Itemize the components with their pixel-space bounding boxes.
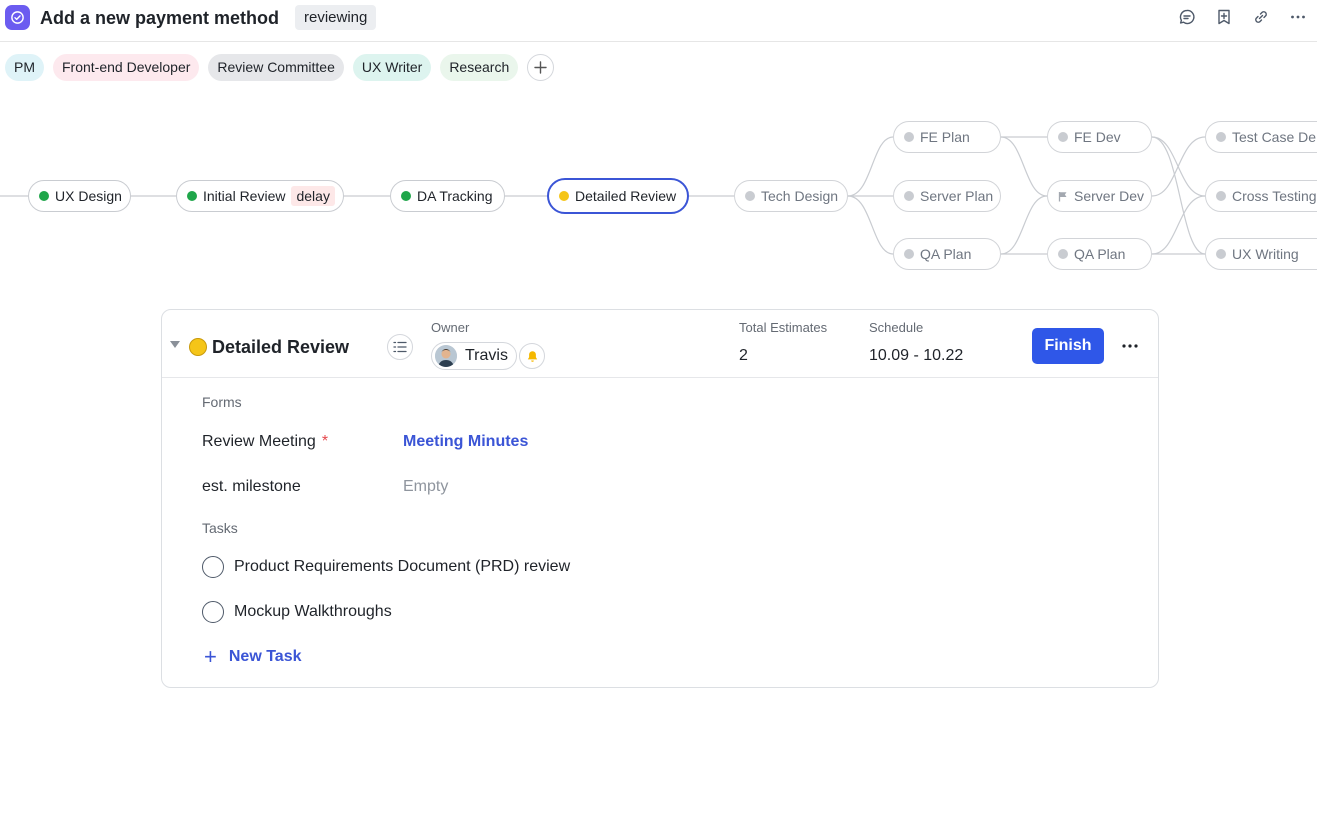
avatar [435,345,457,367]
finish-button[interactable]: Finish [1032,328,1104,364]
status-badge[interactable]: reviewing [295,5,377,30]
link-icon[interactable] [1250,6,1272,28]
flow-node-label: FE Plan [920,129,970,145]
flow-node-ux-design[interactable]: UX Design [28,180,131,212]
more-icon[interactable] [1287,6,1309,28]
role-tag-front-end-developer[interactable]: Front-end Developer [53,54,200,81]
flow-node-label: DA Tracking [417,188,493,204]
field-label-review-meeting: Review Meeting * [202,433,328,451]
check-circle-icon [5,5,30,30]
flow-node-server-dev[interactable]: Server Dev [1047,180,1152,212]
new-task-button[interactable]: + New Task [204,644,302,669]
flow-node-label: Tech Design [761,188,839,204]
stage-status-dot [189,338,207,356]
role-tag-pm[interactable]: PM [5,54,44,81]
flag-icon [1058,191,1067,201]
bell-icon[interactable] [519,343,545,369]
flow-node-da-tracking[interactable]: DA Tracking [390,180,505,212]
est-milestone-value[interactable]: Empty [403,478,448,496]
flow-node-ux-writing[interactable]: UX Writing [1205,238,1317,270]
stage-detail-card: Detailed Review Owner Travis Total Estim… [161,309,1159,688]
owner-name: Travis [465,347,508,364]
meeting-minutes-link[interactable]: Meeting Minutes [403,433,528,451]
role-tag-ux-writer[interactable]: UX Writer [352,54,432,81]
header-actions [1161,6,1309,28]
estimates-label: Total Estimates [739,320,828,335]
task-item: Product Requirements Document (PRD) revi… [202,556,570,578]
collapse-caret-icon[interactable] [170,341,180,348]
workflow-diagram: UX Design Initial Review delay DA Tracki… [0,100,1317,290]
status-dot [1216,132,1226,142]
flow-node-label: Server Dev [1074,188,1145,204]
more-icon[interactable] [1118,335,1142,357]
field-label-text: Review Meeting [202,433,316,450]
task-item: Mockup Walkthroughs [202,601,392,623]
estimates-value: 2 [739,347,748,364]
flow-node-server-plan[interactable]: Server Plan [893,180,1001,212]
forms-section-label: Forms [202,394,242,410]
flow-node-label: UX Design [55,188,122,204]
add-role-button[interactable] [527,54,555,81]
flow-node-cross-testing[interactable]: Cross Testing [1205,180,1317,212]
owner-label: Owner [431,320,470,335]
plus-icon [534,61,547,74]
comment-icon[interactable] [1176,6,1198,28]
task-label[interactable]: Mockup Walkthroughs [234,603,392,621]
status-dot [745,191,755,201]
required-marker: * [321,433,329,450]
status-dot [187,191,197,201]
flow-node-label: UX Writing [1232,246,1299,262]
flow-node-label: Detailed Review [575,188,677,204]
field-label-est-milestone: est. milestone [202,478,301,495]
flow-node-label: QA Plan [920,246,972,262]
status-dot [904,249,914,259]
flow-node-initial-review[interactable]: Initial Review delay [176,180,344,212]
status-dot [1216,249,1226,259]
page-header: Add a new payment method reviewing [0,0,1317,42]
list-icon[interactable] [387,334,413,360]
flow-node-tech-design[interactable]: Tech Design [734,180,848,212]
page-title: Add a new payment method [40,8,280,28]
flow-node-qa-plan-2[interactable]: QA Plan [1047,238,1152,270]
task-checkbox[interactable] [202,601,224,623]
flow-node-label: Server Plan [920,188,994,204]
flow-node-qa-plan[interactable]: QA Plan [893,238,1001,270]
card-header: Detailed Review Owner Travis Total Estim… [162,310,1158,378]
plus-icon: + [204,644,217,669]
flow-node-test-case-design[interactable]: Test Case De [1205,121,1317,153]
role-tag-research[interactable]: Research [440,54,519,81]
task-label[interactable]: Product Requirements Document (PRD) revi… [234,558,570,576]
flow-node-fe-plan[interactable]: FE Plan [893,121,1001,153]
status-dot [904,132,914,142]
status-dot [904,191,914,201]
flow-node-label: FE Dev [1074,129,1121,145]
status-dot [559,191,569,201]
tasks-section-label: Tasks [202,520,238,536]
role-tag-review-committee[interactable]: Review Committee [208,54,344,81]
status-dot [401,191,411,201]
flow-node-label: QA Plan [1074,246,1126,262]
flow-node-label: Initial Review [203,188,286,204]
new-task-label: New Task [228,648,302,665]
flow-node-label: Test Case De [1232,129,1317,145]
schedule-label: Schedule [869,320,924,335]
status-dot [1058,132,1068,142]
flow-node-fe-dev[interactable]: FE Dev [1047,121,1152,153]
card-title: Detailed Review [212,337,350,357]
role-tags: PM Front-end Developer Review Committee … [5,54,555,81]
owner-chip[interactable]: Travis [431,342,517,370]
delay-badge: delay [291,186,335,206]
status-dot [1216,191,1226,201]
task-checkbox[interactable] [202,556,224,578]
flow-node-label: Cross Testing [1232,188,1317,204]
bookmark-add-icon[interactable] [1213,6,1235,28]
status-dot [39,191,49,201]
status-dot [1058,249,1068,259]
flow-node-detailed-review[interactable]: Detailed Review [547,178,689,214]
schedule-value[interactable]: 10.09 - 10.22 [869,347,963,365]
